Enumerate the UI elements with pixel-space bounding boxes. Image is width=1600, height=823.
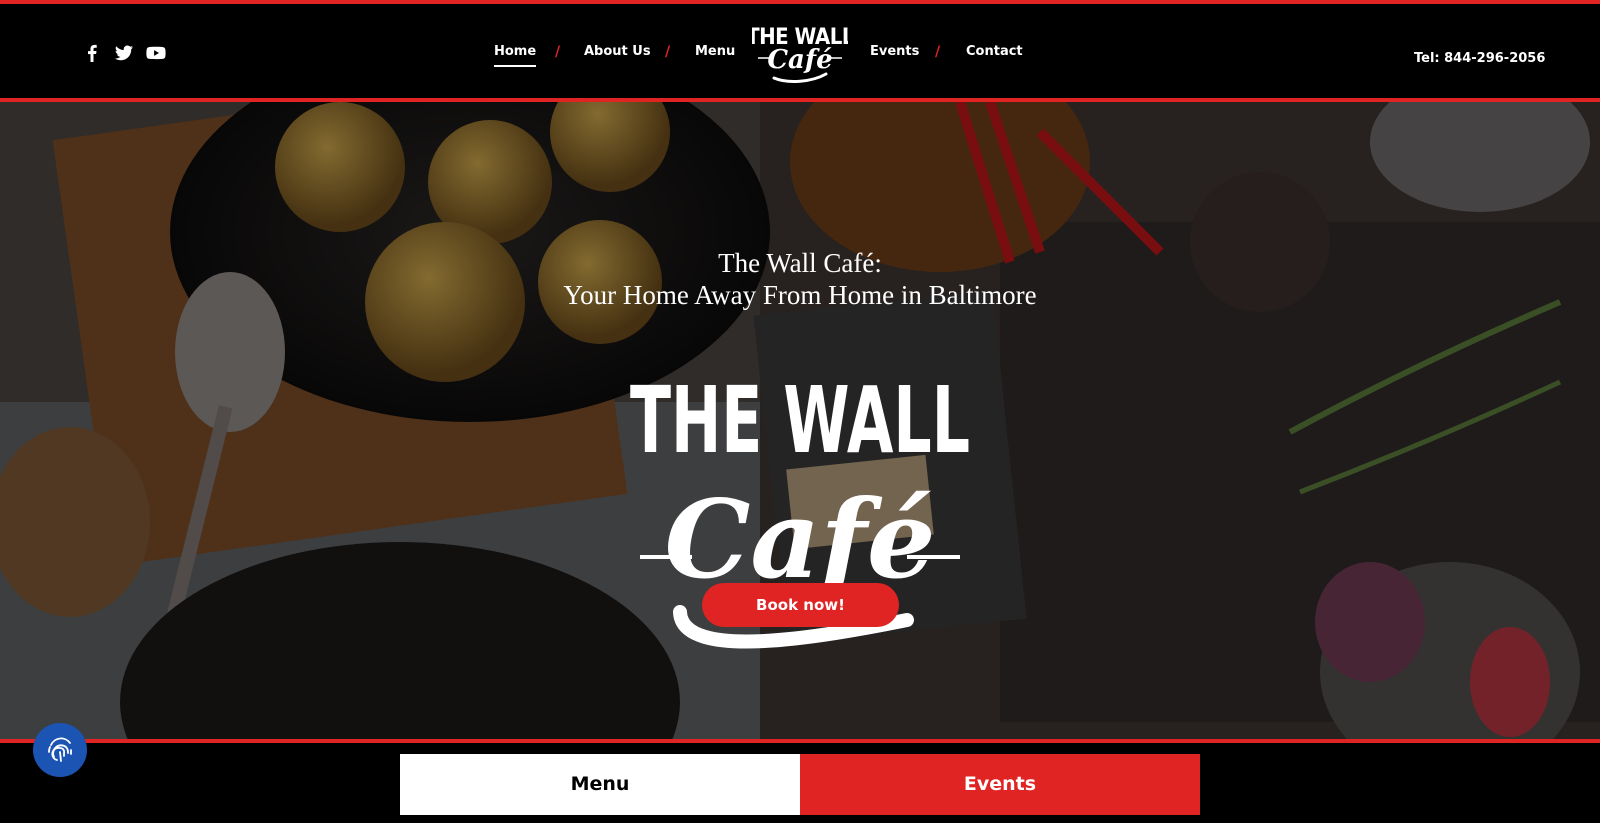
accessibility-button[interactable] [33, 723, 87, 777]
site-logo[interactable]: THE WALL Café [752, 20, 848, 86]
book-now-button[interactable]: Book now! [702, 583, 899, 627]
menu-button[interactable]: Menu [400, 754, 800, 815]
nav-separator: / [555, 44, 561, 60]
nav-separator: / [935, 44, 941, 60]
hero-logo-line1: THE WALL [630, 367, 970, 474]
hero-section: The Wall Café: Your Home Away From Home … [0, 102, 1600, 739]
events-button[interactable]: Events [800, 754, 1200, 815]
nav-about[interactable]: About Us [584, 44, 651, 65]
nav-events[interactable]: Events [870, 44, 919, 65]
nav-contact[interactable]: Contact [966, 44, 1023, 65]
nav-home[interactable]: Home [494, 44, 537, 67]
fingerprint-icon [48, 737, 72, 762]
site-header: Home / About Us / Menu Events / Contact … [0, 0, 1600, 102]
phone-number[interactable]: Tel: 844-296-2056 [1414, 51, 1545, 66]
nav-separator: / [665, 44, 671, 60]
bottom-bar: Menu Events [0, 743, 1600, 823]
hero-heading: The Wall Café: Your Home Away From Home … [0, 247, 1600, 311]
hero-title-line2: Your Home Away From Home in Baltimore [563, 280, 1037, 310]
hero-title-line1: The Wall Café: [718, 248, 882, 278]
logo-line2: Café [767, 45, 832, 75]
nav-menu[interactable]: Menu [695, 44, 735, 65]
